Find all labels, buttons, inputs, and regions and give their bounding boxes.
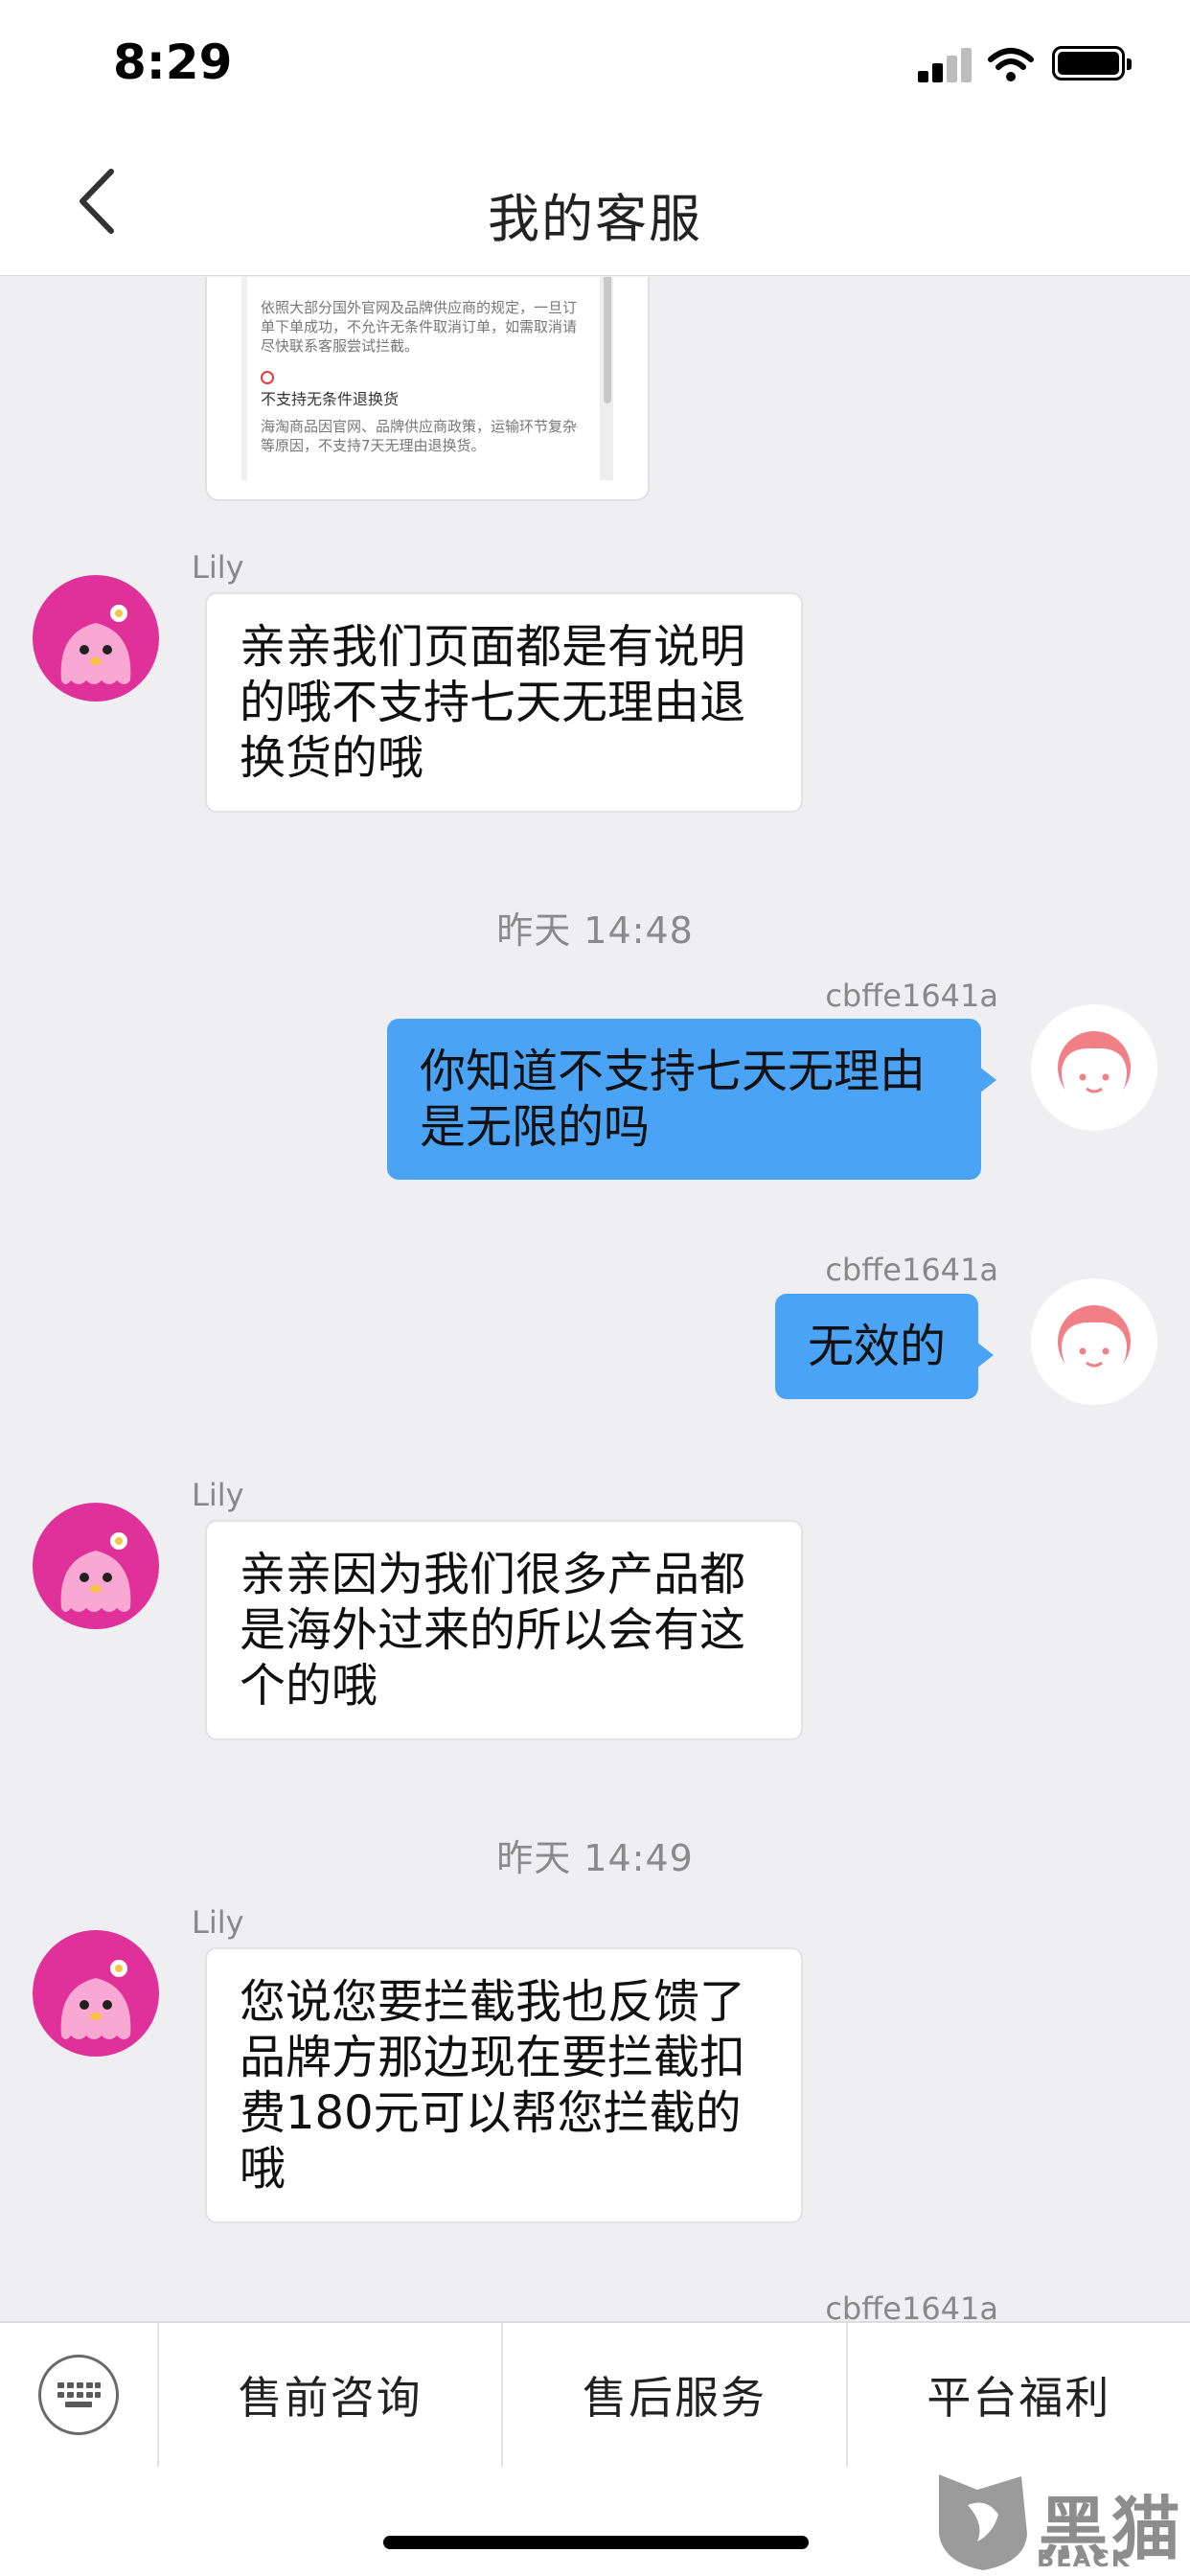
message-bubble[interactable]: 亲亲因为我们很多产品都是海外过来的所以会有这个的哦 xyxy=(205,1520,803,1740)
card-scrollbar[interactable] xyxy=(604,277,611,403)
watermark-en: BLACK CAT xyxy=(1037,2545,1132,2576)
message-bubble[interactable]: 无效的 xyxy=(775,1294,995,1399)
keyboard-toggle-button[interactable] xyxy=(0,2323,159,2467)
wifi-icon xyxy=(988,48,1034,81)
agent-avatar-icon xyxy=(60,1532,131,1612)
policy-heading: 不支持无条件退换货 xyxy=(261,390,400,408)
signal-icon xyxy=(918,48,972,82)
status-bar: 8:29 xyxy=(0,0,1190,134)
message-bubble[interactable]: 您说您要拦截我也反馈了品牌方那边现在要拦截扣费180元可以帮您拦截的哦 xyxy=(205,1947,803,2223)
user-avatar-icon xyxy=(1058,1031,1131,1104)
sender-name: cbffe1641a xyxy=(825,2290,998,2321)
message-bubble[interactable]: 你知道不支持七天无理由是无限的吗 xyxy=(387,1019,996,1180)
policy-card-content: 依照大部分国外官网及品牌供应商的规定，一旦订单下单成功，不允许无条件取消订单，如… xyxy=(241,277,613,480)
battery-icon xyxy=(1052,46,1132,80)
user-avatar[interactable] xyxy=(1031,1278,1157,1405)
status-time: 8:29 xyxy=(113,34,233,90)
agent-avatar[interactable] xyxy=(33,1930,159,2057)
sender-name: cbffe1641a xyxy=(825,978,998,1014)
keyboard-icon xyxy=(38,2355,119,2435)
black-cat-logo-icon xyxy=(939,2474,1027,2570)
chat-area[interactable]: 依照大部分国外官网及品牌供应商的规定，一旦订单下单成功，不允许无条件取消订单，如… xyxy=(0,277,1190,2321)
policy-heading-row xyxy=(261,371,586,384)
policy-card[interactable]: 依照大部分国外官网及品牌供应商的规定，一旦订单下单成功，不允许无条件取消订单，如… xyxy=(205,277,650,501)
message-bubble[interactable]: 亲亲我们页面都是有说明的哦不支持七天无理由退换货的哦 xyxy=(205,592,803,813)
nav-bar: 我的客服 xyxy=(0,134,1190,276)
menu-benefits[interactable]: 平台福利 xyxy=(848,2323,1190,2467)
sender-name: Lily xyxy=(192,1904,244,1941)
user-avatar-icon xyxy=(1058,1305,1131,1378)
home-indicator[interactable] xyxy=(383,2536,809,2549)
agent-avatar-icon xyxy=(60,605,131,684)
policy-note: 海淘商品因官网、品牌供应商政策，运输环节复杂等原因，不支持7天无理由退换货。 xyxy=(261,418,578,454)
timestamp: 昨天 14:49 xyxy=(496,1837,694,1879)
sender-name: Lily xyxy=(192,1477,244,1513)
sender-name: Lily xyxy=(192,549,244,586)
watermark: 黑猫 BLACK CAT xyxy=(926,2467,1190,2576)
agent-avatar[interactable] xyxy=(33,575,159,702)
agent-avatar[interactable] xyxy=(33,1503,159,1629)
timestamp: 昨天 14:48 xyxy=(496,909,694,952)
policy-paragraph: 依照大部分国外官网及品牌供应商的规定，一旦订单下单成功，不允许无条件取消订单，如… xyxy=(261,299,578,355)
agent-avatar-icon xyxy=(60,1960,131,2039)
sender-name: cbffe1641a xyxy=(825,1252,998,1288)
menu-aftersale[interactable]: 售后服务 xyxy=(503,2323,848,2467)
bottom-menu: 售前咨询 售后服务 平台福利 xyxy=(0,2321,1190,2467)
page-title: 我的客服 xyxy=(488,189,702,249)
check-icon xyxy=(261,371,274,384)
menu-presale[interactable]: 售前咨询 xyxy=(159,2323,504,2467)
user-avatar[interactable] xyxy=(1031,1004,1157,1131)
